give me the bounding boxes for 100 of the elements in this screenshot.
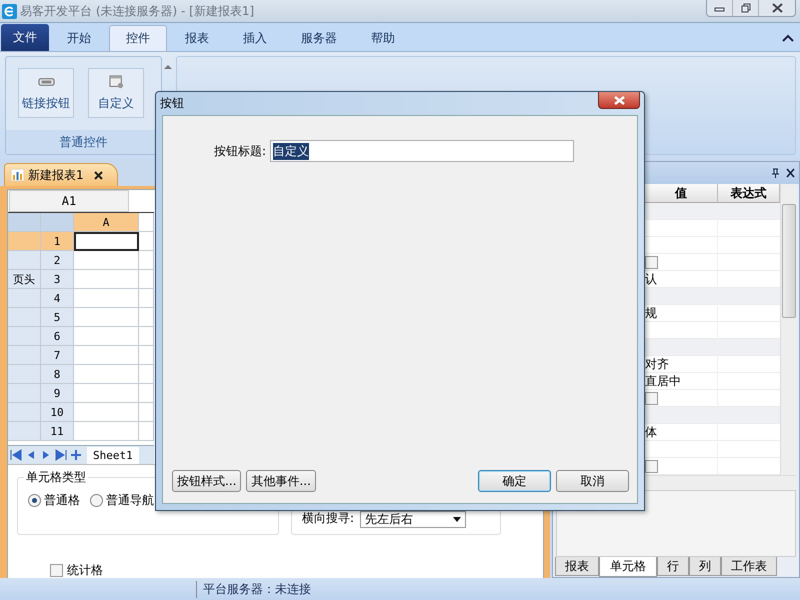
ribbon-button[interactable]: 链接按钮: [18, 68, 74, 118]
grid-cell[interactable]: [139, 327, 154, 346]
radio-option[interactable]: 普通格: [28, 492, 80, 509]
grid-cell[interactable]: [139, 232, 154, 251]
bar-chart-icon: [11, 169, 24, 181]
panel-tab[interactable]: 报表: [555, 557, 599, 576]
row-header[interactable]: 6: [41, 327, 74, 346]
ribbon-tab[interactable]: 插入: [227, 25, 283, 51]
row-header[interactable]: 3: [41, 270, 74, 289]
column-header[interactable]: [139, 213, 154, 232]
last-sheet-icon[interactable]: [54, 449, 68, 461]
add-sheet-icon[interactable]: [69, 449, 83, 461]
input-field[interactable]: 自定义: [270, 140, 574, 162]
column-header[interactable]: 表达式: [718, 184, 780, 203]
ribbon-button[interactable]: 自定义: [88, 68, 144, 118]
panel-tab[interactable]: 工作表: [721, 557, 777, 576]
grid-cell[interactable]: [139, 346, 154, 365]
dialog-button[interactable]: 其他事件...: [246, 470, 316, 492]
tab-label: 新建报表1: [28, 166, 84, 184]
grid-cell[interactable]: [74, 346, 139, 365]
window-title: 易客开发平台 (未连接服务器) - [新建报表1]: [20, 2, 256, 20]
first-sheet-icon[interactable]: [9, 449, 23, 461]
band-cell: [8, 232, 41, 251]
checkbox[interactable]: [50, 564, 63, 576]
property-value: 直居中: [645, 372, 681, 390]
band-cell: [8, 251, 41, 270]
ribbon-tab[interactable]: 帮助: [355, 25, 411, 51]
scroll-up-icon[interactable]: [164, 64, 172, 70]
grid-cell[interactable]: [74, 422, 139, 441]
caret-icon: [453, 517, 462, 522]
grid-cell[interactable]: [74, 403, 139, 422]
close-icon[interactable]: [786, 168, 795, 178]
document-tab[interactable]: 新建报表1: [4, 163, 118, 186]
pin-icon[interactable]: [771, 168, 780, 178]
close-icon: [94, 170, 103, 180]
property-value: 体: [645, 424, 657, 440]
panel-tab[interactable]: 列: [689, 557, 721, 576]
radio-option[interactable]: 普通导航: [90, 492, 154, 509]
file-menu-button[interactable]: 文件: [1, 24, 49, 51]
property-value: 规: [645, 304, 657, 322]
ribbon-tab[interactable]: 报表: [169, 25, 225, 51]
radio-button[interactable]: [28, 494, 41, 507]
row-header[interactable]: 10: [41, 403, 74, 422]
row-header[interactable]: 1: [41, 232, 74, 251]
sheet-tab[interactable]: Sheet1: [87, 446, 139, 464]
grid-cell[interactable]: [139, 422, 154, 441]
band-cell: [8, 384, 41, 403]
grid-cell[interactable]: [74, 365, 139, 384]
panel-tab[interactable]: 行: [657, 557, 689, 576]
row-header[interactable]: 11: [41, 422, 74, 441]
category-row-cell: [718, 339, 780, 356]
dialog-button[interactable]: 取消: [556, 470, 629, 492]
column-header[interactable]: 值: [645, 184, 718, 203]
row-header[interactable]: 8: [41, 365, 74, 384]
checkbox[interactable]: [645, 256, 658, 268]
checkbox[interactable]: [645, 392, 658, 404]
band-cell: [8, 346, 41, 365]
status-text: 平台服务器：未连接: [196, 580, 311, 598]
dialog-title: 按钮: [160, 95, 185, 112]
collapse-ribbon-icon[interactable]: [782, 33, 794, 43]
band-cell: [8, 365, 41, 384]
column-header[interactable]: A: [74, 213, 139, 232]
dropdown[interactable]: 先左后右: [360, 511, 466, 528]
grid-cell[interactable]: [74, 270, 139, 289]
row-header[interactable]: 2: [41, 251, 74, 270]
grid-cell[interactable]: [74, 384, 139, 403]
property-value: 对齐: [645, 356, 669, 372]
vertical-scrollbar[interactable]: [780, 184, 796, 475]
scrollbar-thumb[interactable]: [782, 204, 796, 318]
row-header[interactable]: 9: [41, 384, 74, 403]
row-header[interactable]: 4: [41, 289, 74, 308]
grid-cell[interactable]: [139, 384, 154, 403]
grid-cell[interactable]: [139, 289, 154, 308]
grid-cell[interactable]: [74, 289, 139, 308]
grid-cell[interactable]: [74, 327, 139, 346]
radio-button[interactable]: [90, 494, 103, 507]
band-cell: [8, 327, 41, 346]
selected-cell[interactable]: [74, 232, 139, 251]
property-value: 认: [645, 270, 657, 288]
ribbon-tab[interactable]: 控件: [109, 25, 167, 51]
category-row-cell: [718, 407, 780, 424]
ribbon-tab[interactable]: 开始: [51, 25, 107, 51]
grid-cell[interactable]: [74, 251, 139, 270]
close-button[interactable]: [598, 92, 640, 109]
row-header[interactable]: 5: [41, 308, 74, 327]
ribbon-tab[interactable]: 服务器: [285, 25, 353, 51]
grid-cell[interactable]: [139, 365, 154, 384]
dialog-button[interactable]: 确定: [478, 470, 551, 492]
band-cell: [8, 403, 41, 422]
grid-cell[interactable]: [139, 270, 154, 289]
grid-cell[interactable]: [139, 403, 154, 422]
panel-tab[interactable]: 单元格: [599, 557, 657, 577]
dialog-button[interactable]: 按钮样式...: [172, 470, 242, 492]
grid-cell[interactable]: [139, 251, 154, 270]
row-header[interactable]: 7: [41, 346, 74, 365]
cell-name-box[interactable]: A1: [9, 190, 129, 212]
checkbox[interactable]: [645, 460, 658, 472]
window-gear-icon: [108, 74, 124, 88]
grid-cell[interactable]: [139, 308, 154, 327]
grid-cell[interactable]: [74, 308, 139, 327]
